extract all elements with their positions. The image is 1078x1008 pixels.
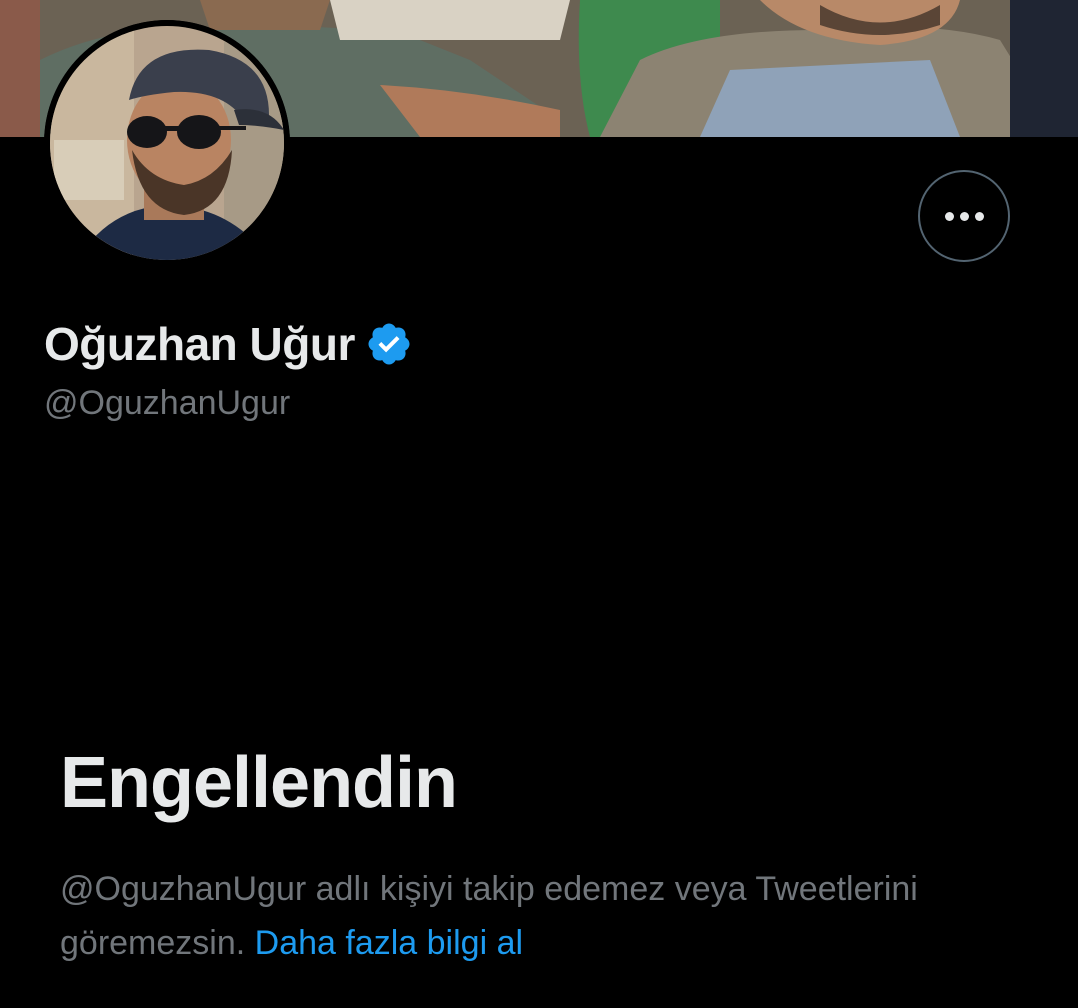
profile-page: Oğuzhan Uğur @OguzhanUgur Engellendin @O… [0, 0, 1078, 1008]
avatar-photo-illustration [44, 20, 290, 266]
profile-name-row: Oğuzhan Uğur [44, 312, 413, 376]
blocked-title: Engellendin [60, 743, 458, 823]
display-name: Oğuzhan Uğur [44, 318, 355, 370]
more-horizontal-icon-dot [974, 211, 984, 221]
verified-badge-icon[interactable] [365, 320, 413, 368]
more-options-button[interactable] [918, 170, 1010, 262]
user-handle: @OguzhanUgur [44, 384, 291, 422]
blocked-description: @OguzhanUgur adlı kişiyi takip edemez ve… [60, 862, 1020, 970]
profile-avatar[interactable] [44, 20, 290, 266]
more-horizontal-icon-dot [959, 211, 969, 221]
more-horizontal-icon [944, 211, 954, 221]
learn-more-link[interactable]: Daha fazla bilgi al [255, 924, 523, 962]
